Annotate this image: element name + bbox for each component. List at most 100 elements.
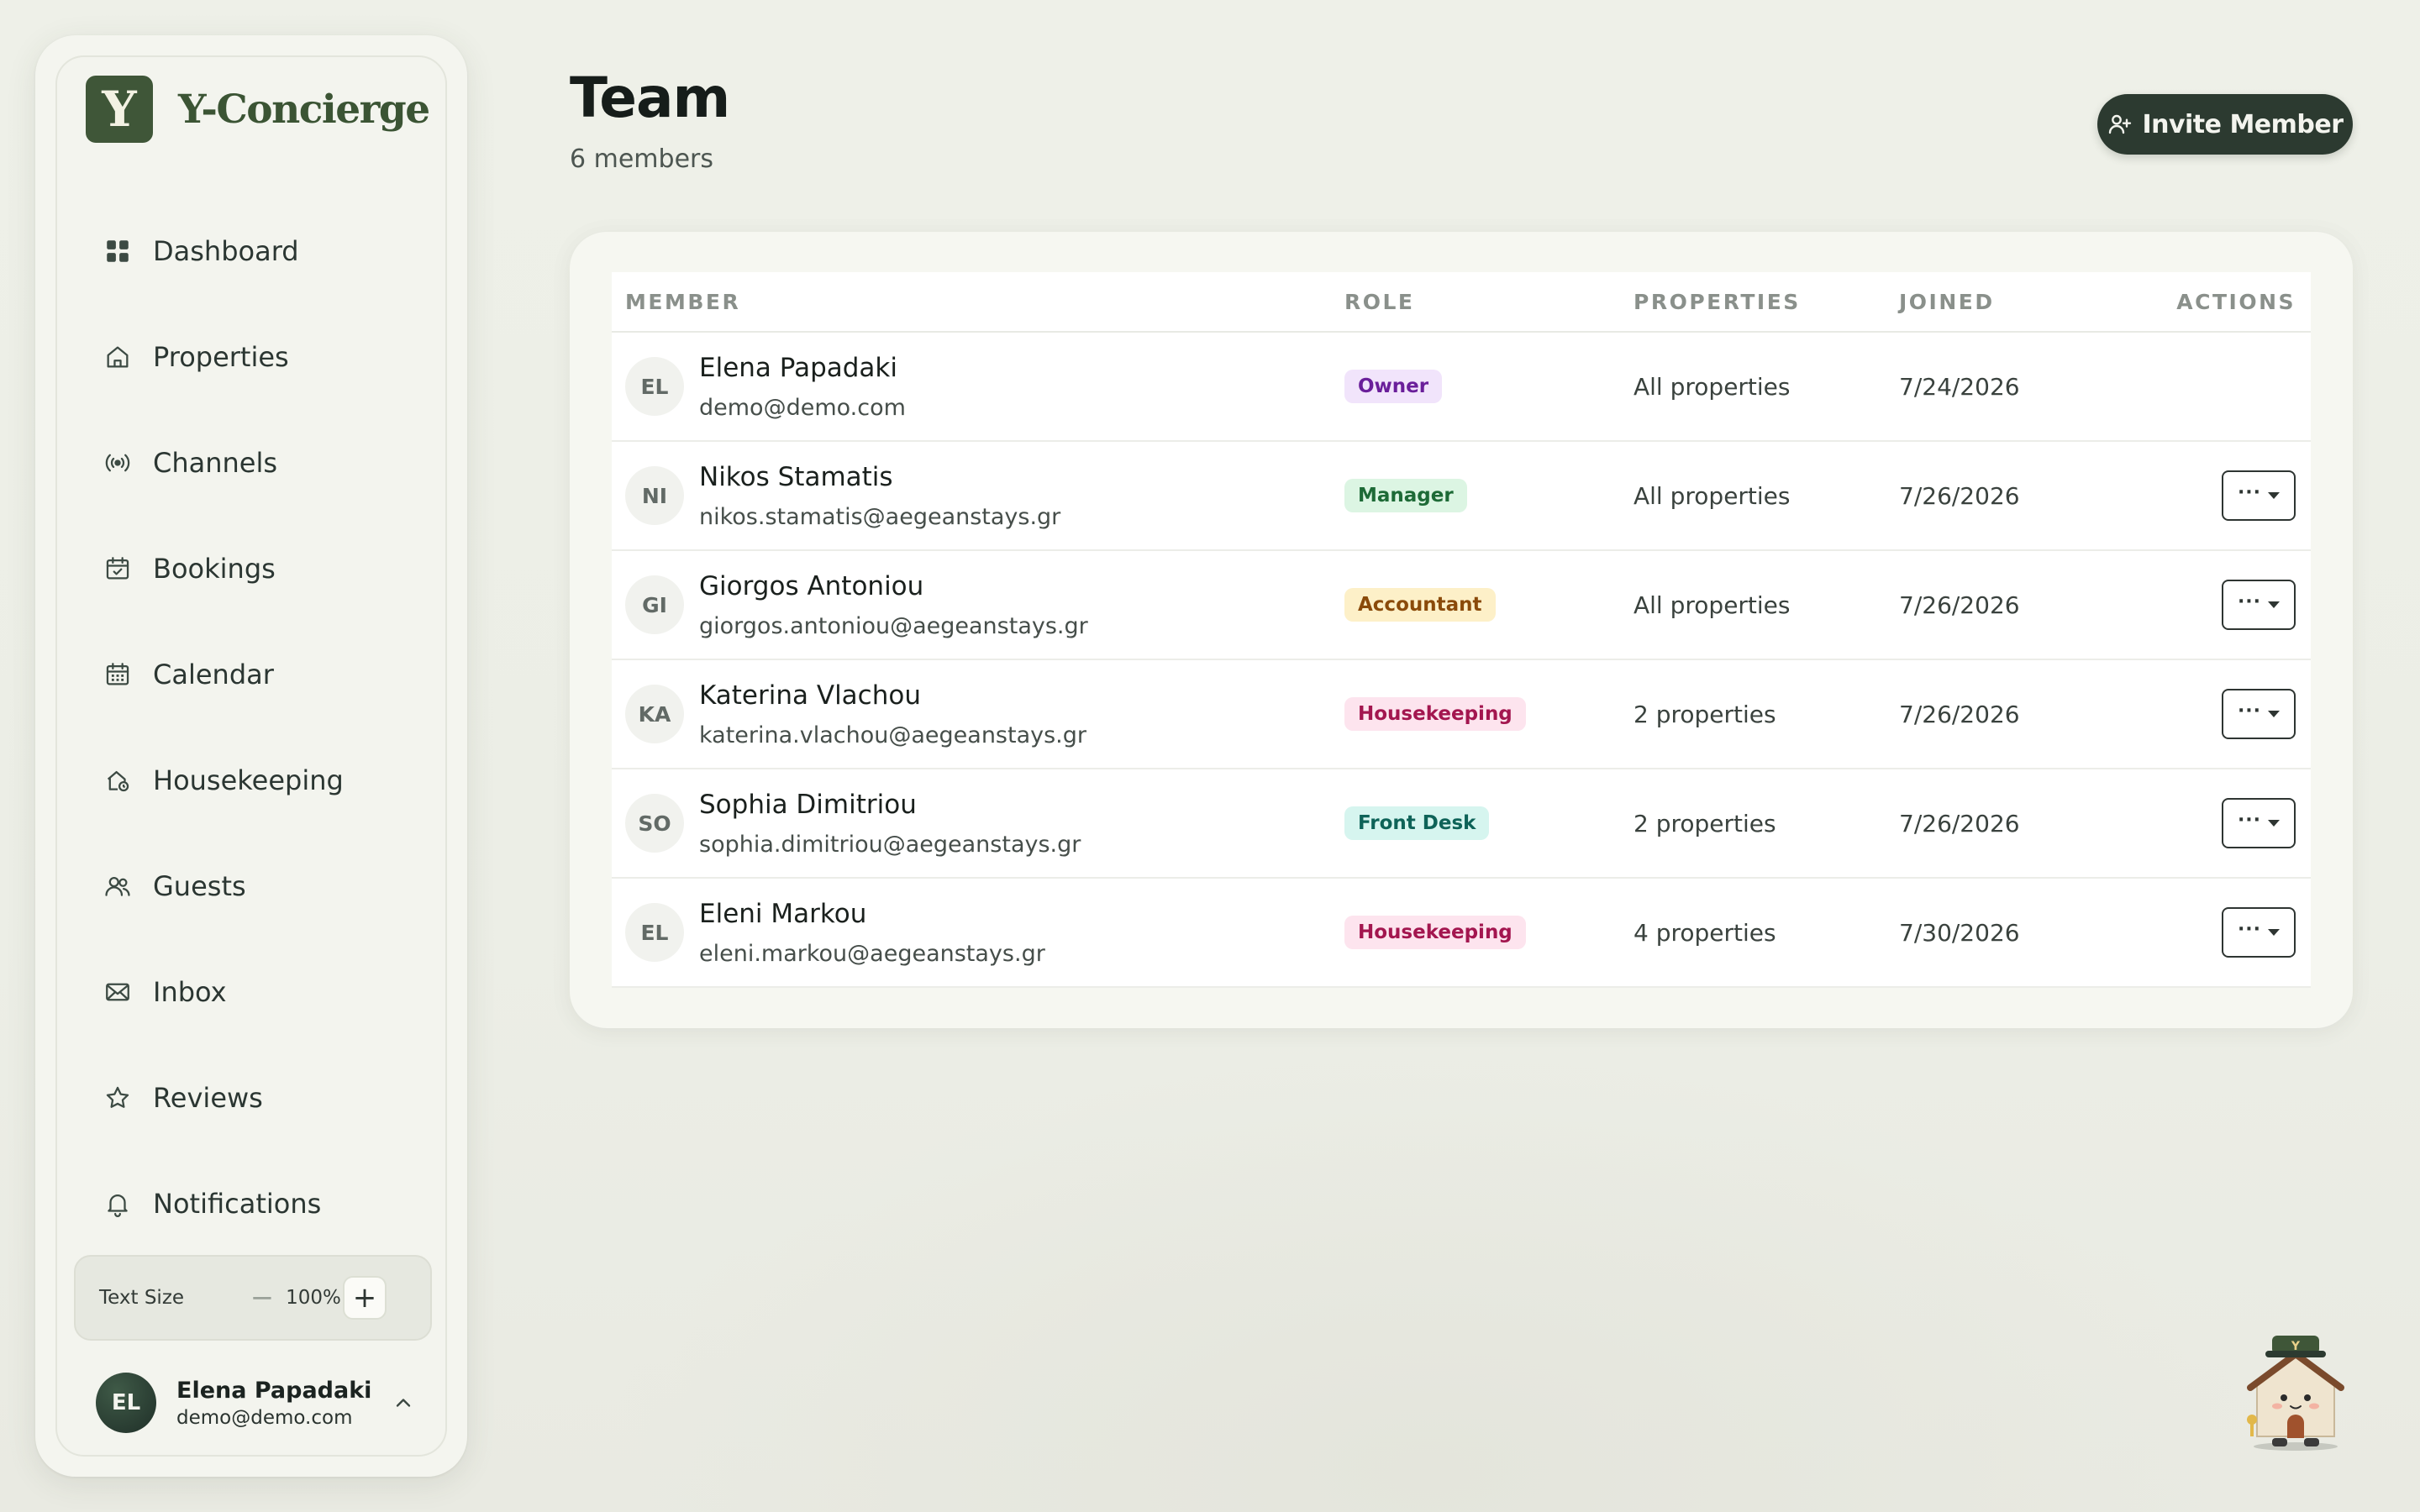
sidebar-item-label: Properties	[153, 341, 289, 373]
row-actions-button[interactable]: ···	[2222, 689, 2296, 739]
text-size-increase-button[interactable]: +	[343, 1276, 387, 1320]
chevron-down-icon	[2268, 820, 2281, 827]
avatar: EL	[625, 903, 684, 962]
chevron-up-icon[interactable]	[392, 1391, 415, 1415]
sidebar-item-notifications[interactable]: Notifications	[57, 1151, 445, 1257]
house-clean-icon	[103, 765, 133, 795]
avatar: EL	[96, 1373, 156, 1433]
member-cell: EL Eleni Markou eleni.markou@aegeanstays.g…	[625, 899, 1045, 967]
team-table: MEMBER ROLE PROPERTIES JOINED ACTIONS EL…	[612, 272, 2311, 988]
avatar: SO	[625, 794, 684, 853]
bell-icon	[103, 1189, 133, 1219]
chevron-down-icon	[2268, 711, 2281, 717]
column-header-joined: JOINED	[1899, 289, 1995, 314]
row-actions-button[interactable]: ···	[2222, 907, 2296, 958]
avatar: KA	[625, 685, 684, 743]
text-size-control: Text Size − 100% +	[74, 1255, 432, 1341]
sidebar-item-inbox[interactable]: Inbox	[57, 939, 445, 1045]
sidebar-panel: Y Y-Concierge Dashboard Properties Chann…	[55, 55, 447, 1457]
star-icon	[103, 1083, 133, 1113]
role-badge: Accountant	[1344, 588, 1496, 622]
sidebar-item-channels[interactable]: Channels	[57, 410, 445, 516]
page-title: Team	[570, 66, 730, 130]
invite-member-label: Invite Member	[2142, 109, 2344, 139]
user-menu[interactable]: EL Elena Papadaki demo@demo.com	[96, 1373, 415, 1433]
column-header-role: ROLE	[1344, 289, 1415, 314]
member-properties: All properties	[1634, 591, 1791, 619]
member-cell: NI Nikos Stamatis nikos.stamatis@aegeansta…	[625, 462, 1060, 530]
sidebar-item-calendar[interactable]: Calendar	[57, 622, 445, 727]
sidebar-item-housekeeping[interactable]: Housekeeping	[57, 727, 445, 833]
row-actions-button[interactable]: ···	[2222, 580, 2296, 630]
avatar: EL	[625, 357, 684, 416]
sidebar-item-properties[interactable]: Properties	[57, 304, 445, 410]
column-header-member: MEMBER	[625, 289, 741, 314]
text-size-label: Text Size	[99, 1287, 185, 1309]
chevron-down-icon	[2268, 601, 2281, 608]
brand[interactable]: Y Y-Concierge	[86, 76, 430, 143]
user-email: demo@demo.com	[176, 1406, 353, 1429]
mail-icon	[103, 977, 133, 1007]
more-icon: ···	[2237, 918, 2262, 940]
member-properties: All properties	[1634, 481, 1791, 510]
member-properties: 2 properties	[1634, 809, 1776, 837]
sidebar-item-dashboard[interactable]: Dashboard	[57, 198, 445, 304]
sidebar-item-reviews[interactable]: Reviews	[57, 1045, 445, 1151]
member-email: demo@demo.com	[699, 394, 906, 421]
chevron-down-icon	[2268, 492, 2281, 499]
member-properties: 2 properties	[1634, 700, 1776, 728]
member-cell: KA Katerina Vlachou katerina.vlachou@aegea…	[625, 680, 1086, 748]
member-cell: GI Giorgos Antoniou giorgos.antoniou@aegea…	[625, 571, 1088, 639]
role-badge: Manager	[1344, 479, 1467, 512]
team-card: MEMBER ROLE PROPERTIES JOINED ACTIONS EL…	[570, 232, 2353, 1028]
chevron-down-icon	[2268, 929, 2281, 936]
sidebar-item-label: Bookings	[153, 553, 276, 585]
table-header: MEMBER ROLE PROPERTIES JOINED ACTIONS	[612, 272, 2311, 333]
sidebar-item-label: Calendar	[153, 659, 274, 690]
role-badge: Housekeeping	[1344, 916, 1526, 949]
text-size-decrease-button[interactable]: −	[240, 1276, 284, 1320]
member-email: nikos.stamatis@aegeanstays.gr	[699, 503, 1061, 530]
user-plus-icon	[2109, 114, 2132, 134]
member-joined-date: 7/24/2026	[1899, 372, 2020, 401]
svg-text:Y: Y	[2291, 1340, 2301, 1353]
table-row: KA Katerina Vlachou katerina.vlachou@aegea…	[612, 660, 2311, 769]
member-joined-date: 7/30/2026	[1899, 918, 2020, 947]
row-actions-button[interactable]: ···	[2222, 470, 2296, 521]
sidebar-item-label: Channels	[153, 447, 278, 479]
sidebar-item-label: Inbox	[153, 976, 227, 1008]
avatar: NI	[625, 466, 684, 525]
table-row: EL Elena Papadaki demo@demo.com Owner All pr…	[612, 333, 2311, 442]
role-badge: Front Desk	[1344, 806, 1490, 840]
sidebar: Y Y-Concierge Dashboard Properties Chann…	[35, 35, 467, 1477]
member-name: Eleni Markou	[699, 898, 867, 929]
more-icon: ···	[2237, 809, 2262, 831]
sidebar-item-label: Reviews	[153, 1082, 263, 1114]
column-header-properties: PROPERTIES	[1634, 289, 1801, 314]
member-properties: All properties	[1634, 372, 1791, 401]
member-joined-date: 7/26/2026	[1899, 481, 2020, 510]
text-size-value: 100%	[286, 1287, 341, 1309]
member-name: Elena Papadaki	[699, 352, 897, 383]
member-email: eleni.markou@aegeanstays.gr	[699, 940, 1045, 967]
calendar-icon	[103, 659, 133, 690]
avatar: GI	[625, 575, 684, 634]
column-header-actions: ACTIONS	[2176, 289, 2296, 314]
user-name: Elena Papadaki	[176, 1377, 372, 1404]
row-actions-button[interactable]: ···	[2222, 798, 2296, 848]
table-row: SO Sophia Dimitriou sophia.dimitriou@aegea…	[612, 769, 2311, 879]
more-icon: ···	[2237, 700, 2262, 722]
sidebar-item-guests[interactable]: Guests	[57, 833, 445, 939]
member-joined-date: 7/26/2026	[1899, 700, 2020, 728]
grid-icon	[103, 236, 133, 266]
role-badge: Housekeeping	[1344, 697, 1526, 731]
home-icon	[103, 342, 133, 372]
member-name: Sophia Dimitriou	[699, 789, 917, 820]
invite-member-button[interactable]: Invite Member	[2097, 94, 2353, 155]
table-body: EL Elena Papadaki demo@demo.com Owner All pr…	[612, 333, 2311, 988]
concierge-mascot-icon[interactable]: Y	[2238, 1326, 2353, 1452]
member-joined-date: 7/26/2026	[1899, 809, 2020, 837]
brand-logo-icon: Y	[86, 76, 153, 143]
calendar-check-icon	[103, 554, 133, 584]
sidebar-item-bookings[interactable]: Bookings	[57, 516, 445, 622]
